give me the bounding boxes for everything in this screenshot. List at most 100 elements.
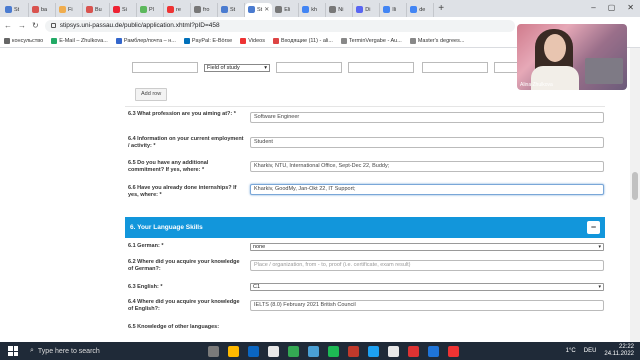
table-cell-input[interactable] [276, 62, 342, 73]
weather-text[interactable]: 1°C [566, 348, 576, 354]
tab-close-icon[interactable]: ✕ [264, 6, 269, 13]
browser-tab[interactable]: St ✕ [245, 2, 273, 17]
bookmark-icon [240, 37, 247, 44]
chevron-down-icon: ▾ [264, 65, 267, 71]
taskbar-app-icon[interactable] [348, 345, 359, 357]
tab-favicon-icon [410, 6, 418, 13]
search-placeholder: Type here to search [37, 347, 100, 355]
browser-tab[interactable]: St [2, 2, 29, 17]
tab-label: Eli [284, 6, 291, 13]
english-source-input[interactable]: IELTS (8.0) February 2021 British Counci… [250, 300, 604, 311]
url-input[interactable]: stipsys.uni-passau.de/public/application… [44, 19, 515, 32]
language-indicator[interactable]: DEU [584, 348, 597, 354]
browser-tab[interactable]: de [407, 2, 435, 17]
taskbar-app-icon[interactable] [388, 345, 399, 357]
profession-input[interactable]: Software Engineer [250, 112, 604, 123]
bookmark-icon [183, 37, 190, 44]
internships-input[interactable]: Kharkiv, GoodMy, Jan-Okt 22, IT Support; [250, 184, 604, 195]
bookmark-item[interactable]: Master's degrees... [409, 37, 465, 44]
bookmark-label: Videos [248, 37, 265, 44]
taskbar-app-icon[interactable] [248, 345, 259, 357]
table-cell-input[interactable] [422, 62, 488, 73]
forward-icon[interactable]: → [18, 21, 26, 30]
bookmark-icon [115, 37, 122, 44]
browser-tab[interactable]: Pl [137, 2, 164, 17]
maximize-icon[interactable]: ▢ [608, 3, 616, 12]
clock[interactable]: 22:22 24.11.2022 [604, 344, 634, 358]
bookmark-item[interactable]: TerminVergabe - Au... [340, 37, 402, 44]
reload-icon[interactable]: ↻ [32, 21, 39, 30]
tab-strip: St ba Fi Bu Si Pl re fro St St ✕ Eli kh Ni Di Ili de + [0, 0, 640, 17]
minimize-icon[interactable]: – [591, 3, 595, 12]
bookmark-item[interactable]: Входящие (11) - ali... [272, 37, 333, 44]
taskbar-app-icon[interactable] [408, 345, 419, 357]
german-source-input[interactable]: Place / organization, from - to, proof (… [250, 260, 604, 271]
new-tab-icon[interactable]: + [438, 3, 444, 14]
browser-tab[interactable]: Ni [326, 2, 354, 17]
browser-tab[interactable]: St [218, 2, 245, 17]
field-of-study-select[interactable]: Field of study ▾ [204, 64, 270, 72]
taskbar-app-icon[interactable] [268, 345, 279, 357]
taskbar-app-icon[interactable] [368, 345, 379, 357]
browser-tab[interactable]: Si [110, 2, 137, 17]
english-level-select[interactable]: C1 ▾ [250, 283, 604, 291]
tab-label: Fi [68, 6, 73, 13]
browser-tab[interactable]: Di [353, 2, 381, 17]
browser-tab[interactable]: Eli [272, 2, 300, 17]
german-level-select[interactable]: none ▾ [250, 243, 604, 251]
taskbar-app-icon[interactable] [428, 345, 439, 357]
english-level-value: C1 [253, 284, 261, 290]
scrollbar-thumb[interactable] [632, 172, 638, 200]
bookmark-label: PayPal: E-Börse [191, 37, 233, 44]
bookmark-icon [340, 37, 347, 44]
tab-favicon-icon [383, 6, 391, 13]
table-cell-input[interactable] [348, 62, 414, 73]
bookmark-item[interactable]: консульство [4, 37, 43, 44]
taskbar-app-icon[interactable] [288, 345, 299, 357]
browser-tab[interactable]: ba [29, 2, 56, 17]
bookmark-icon [4, 37, 10, 44]
commitment-input[interactable]: Kharkiv, NTU, International Office, Sept… [250, 161, 604, 172]
taskbar-app-icon[interactable] [308, 345, 319, 357]
add-row-button[interactable]: Add row [135, 88, 168, 101]
tab-favicon-icon [5, 6, 12, 13]
table-cell-input[interactable] [132, 62, 198, 73]
bookmark-item[interactable]: E-Mail – Zhulkova... [51, 37, 108, 44]
browser-tab[interactable]: fro [191, 2, 218, 17]
tab-label: St [14, 6, 20, 13]
browser-tab[interactable]: Fi [56, 2, 83, 17]
browser-tab[interactable]: kh [299, 2, 327, 17]
taskbar-search[interactable]: ⌕ Type here to search [30, 344, 160, 358]
chevron-down-icon: ▾ [598, 284, 601, 290]
tab-favicon-icon [248, 6, 255, 13]
page-scrollbar[interactable] [630, 48, 640, 342]
taskbar-app-icon[interactable] [208, 345, 219, 357]
employment-input[interactable]: Student [250, 137, 604, 148]
german-label: 6.1 German: * [128, 243, 164, 249]
laptop-icon [585, 58, 623, 84]
tab-label: Di [365, 6, 371, 13]
tab-label: Ili [392, 6, 397, 13]
browser-tab[interactable]: re [164, 2, 191, 17]
close-icon[interactable]: ✕ [627, 3, 634, 12]
browser-tab[interactable]: Ili [380, 2, 408, 17]
tab-favicon-icon [221, 6, 228, 13]
taskbar-app-icon[interactable] [328, 345, 339, 357]
english-label: 6.3 English: * [128, 284, 163, 290]
bookmark-label: Master's degrees... [417, 37, 465, 44]
collapse-button[interactable]: − [587, 221, 600, 234]
divider [125, 106, 605, 107]
windows-start-icon[interactable] [8, 346, 18, 356]
bookmark-item[interactable]: Videos [240, 37, 265, 44]
taskbar-app-icon[interactable] [448, 345, 459, 357]
bookmark-item[interactable]: PayPal: E-Börse [183, 37, 233, 44]
browser-tab[interactable]: Bu [83, 2, 110, 17]
tab-favicon-icon [329, 6, 337, 13]
bookmark-label: TerminVergabe - Au... [348, 37, 402, 44]
bookmark-item[interactable]: Рамблер/почта – н... [115, 37, 176, 44]
tab-label: Pl [149, 6, 154, 13]
taskbar-app-icon[interactable] [228, 345, 239, 357]
bookmark-label: Рамблер/почта – н... [123, 37, 176, 44]
back-icon[interactable]: ← [4, 21, 12, 30]
tab-favicon-icon [59, 6, 66, 13]
